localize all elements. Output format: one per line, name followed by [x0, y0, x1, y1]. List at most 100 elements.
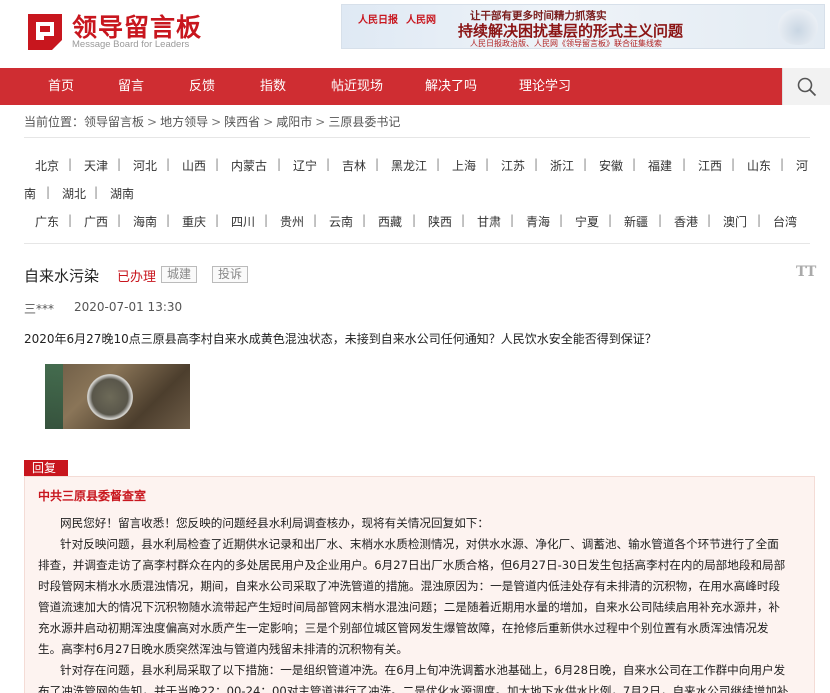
province-link[interactable]: 贵州 [280, 213, 304, 230]
province-separator: | [117, 213, 122, 227]
reply-line: 网民您好！留言收悉！您反映的问题经县水利局调查核办，现将有关情况回复如下： [60, 516, 489, 530]
province-link[interactable]: 湖南 [110, 185, 134, 202]
photo-detail [87, 374, 133, 420]
nav-item-message[interactable]: 留言 [118, 68, 144, 105]
province-separator: | [277, 157, 282, 171]
province-separator: | [658, 213, 663, 227]
province-separator: | [461, 213, 466, 227]
breadcrumb-separator: > [263, 115, 274, 129]
province-link[interactable]: 浙江 [550, 157, 574, 174]
breadcrumb-item[interactable]: 领导留言板 [84, 113, 144, 130]
nav-item-onsite[interactable]: 帖近现场 [331, 68, 383, 105]
province-separator: | [94, 185, 99, 199]
province-link[interactable]: 陕西 [428, 213, 452, 230]
main-nav: 首页 留言 反馈 指数 帖近现场 解决了吗 理论学习 [0, 68, 830, 105]
province-link[interactable]: 香港 [674, 213, 698, 230]
province-link[interactable]: 山西 [182, 157, 206, 174]
breadcrumb-item[interactable]: 陕西省 [224, 113, 260, 130]
search-button[interactable] [782, 68, 830, 105]
status-badge: 已办理 [117, 270, 157, 285]
photo-detail [45, 364, 63, 429]
province-link[interactable]: 上海 [452, 157, 476, 174]
banner-foot-text: 人民日报政治版、人民网《领导留言板》联合征集线索 [470, 39, 662, 48]
nav-item-feedback[interactable]: 反馈 [189, 68, 215, 105]
province-separator: | [510, 213, 515, 227]
nav-item-resolved[interactable]: 解决了吗 [425, 68, 477, 105]
reply-label: 回复 [24, 460, 68, 476]
province-link[interactable]: 福建 [648, 157, 672, 174]
message-photo[interactable] [45, 364, 190, 429]
reply-line: 布了冲洗管网的告知，并于当晚22：00-24：00对主管道进行了冲洗。二是优化水… [38, 684, 789, 693]
province-separator: | [166, 157, 171, 171]
province-separator: | [485, 157, 490, 171]
province-link[interactable]: 新疆 [624, 213, 648, 230]
province-link[interactable]: 重庆 [182, 213, 206, 230]
province-separator: | [362, 213, 367, 227]
province-link[interactable]: 云南 [329, 213, 353, 230]
breadcrumb-item[interactable]: 地方领导 [160, 113, 208, 130]
province-link[interactable]: 海南 [133, 213, 157, 230]
province-separator: | [166, 213, 171, 227]
tag-type[interactable]: 投诉 [212, 266, 249, 283]
province-link[interactable]: 山东 [747, 157, 771, 174]
province-separator: | [436, 157, 441, 171]
province-link[interactable]: 天津 [84, 157, 108, 174]
province-separator: | [68, 213, 73, 227]
province-link[interactable]: 台湾 [773, 213, 797, 230]
province-link[interactable]: 南 [24, 185, 36, 202]
province-separator: | [608, 213, 613, 227]
province-link[interactable]: 甘肃 [477, 213, 501, 230]
reply-line: 充水源井启动初期浑浊度偏高对水质产生一定影响；三是个别部位城区管网发生爆管故障，… [38, 621, 769, 635]
province-separator: | [46, 185, 51, 199]
province-link[interactable]: 广东 [35, 213, 59, 230]
search-icon [797, 77, 817, 97]
banner-decoration [778, 9, 818, 45]
province-link[interactable]: 安徽 [599, 157, 623, 174]
province-separator: | [559, 213, 564, 227]
province-link[interactable]: 黑龙江 [391, 157, 427, 174]
province-link[interactable]: 四川 [231, 213, 255, 230]
province-link[interactable]: 江西 [698, 157, 722, 174]
promo-banner[interactable]: 人民日报 人民网 让干部有更多时间精力抓落实 持续解决困扰基层的形式主义问题 人… [341, 4, 825, 49]
message-author: 三*** [24, 302, 55, 316]
breadcrumb-separator: > [147, 115, 158, 129]
font-size-icon[interactable]: TT [796, 264, 816, 280]
province-separator: | [757, 213, 762, 227]
province-link[interactable]: 西藏 [378, 213, 402, 230]
province-link[interactable]: 北京 [35, 157, 59, 174]
province-separator: | [534, 157, 539, 171]
province-separator: | [780, 157, 785, 171]
nav-item-index[interactable]: 指数 [260, 68, 286, 105]
reply-line: 时段管网末梢水水质混浊情况，期间，自来水公司采取了冲洗管道的措施。混浊原因为：一… [38, 579, 781, 593]
province-link[interactable]: 江苏 [501, 157, 525, 174]
message-title: 自来水污染 [24, 267, 100, 285]
breadcrumb-label: 当前位置： [24, 115, 85, 129]
tag-category[interactable]: 城建 [161, 266, 198, 283]
province-link[interactable]: 澳门 [723, 213, 747, 230]
province-separator: | [682, 157, 687, 171]
province-link[interactable]: 青海 [526, 213, 550, 230]
province-separator: | [412, 213, 417, 227]
province-separator: | [264, 213, 269, 227]
reply-line: 管道流速加大的情况下沉积物随水流带起产生短时间局部管网末梢水混浊问题；二是随着近… [38, 600, 781, 614]
province-link[interactable]: 河北 [133, 157, 157, 174]
breadcrumb-item[interactable]: 咸阳市 [276, 113, 312, 130]
province-link[interactable]: 内蒙古 [231, 157, 267, 174]
province-link[interactable]: 吉林 [342, 157, 366, 174]
site-logo[interactable]: 领导留言板 Message Board for Leaders [24, 8, 214, 52]
reply-org: 中共三原县委督查室 [38, 489, 147, 503]
province-separator: | [632, 157, 637, 171]
province-link[interactable]: 河 [796, 157, 808, 174]
breadcrumb-item[interactable]: 三原县委书记 [328, 113, 400, 130]
province-link[interactable]: 宁夏 [575, 213, 599, 230]
divider [24, 137, 810, 138]
divider [24, 243, 810, 244]
province-separator: | [326, 157, 331, 171]
nav-item-theory[interactable]: 理论学习 [519, 68, 571, 105]
nav-item-home[interactable]: 首页 [48, 68, 74, 105]
province-link[interactable]: 湖北 [62, 185, 86, 202]
banner-logo-people-net: 人民网 [406, 15, 436, 26]
province-link[interactable]: 辽宁 [293, 157, 317, 174]
message-date: 2020-07-01 13:30 [74, 300, 183, 314]
province-link[interactable]: 广西 [84, 213, 108, 230]
